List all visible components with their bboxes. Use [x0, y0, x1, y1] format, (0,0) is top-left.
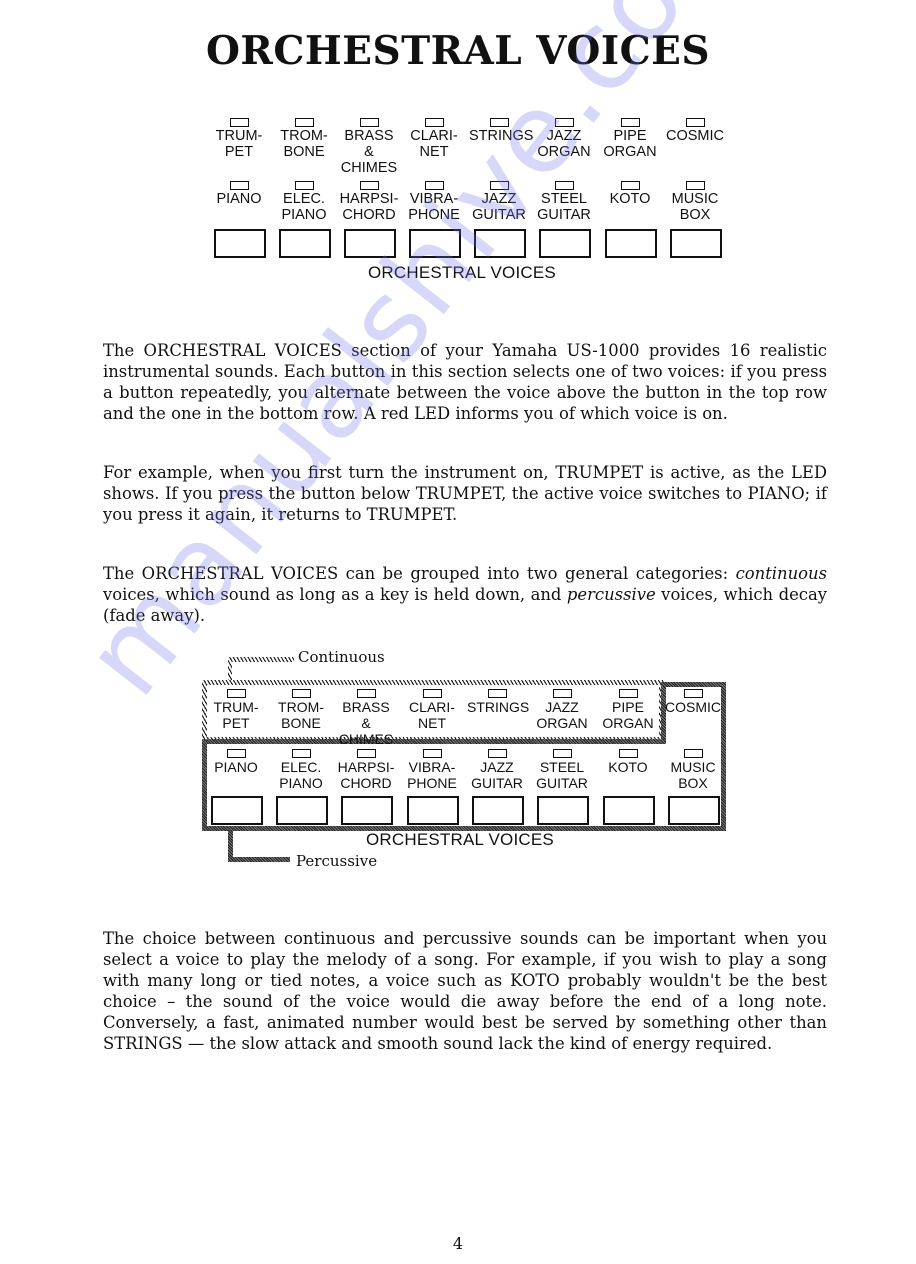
voice-label: CLARI- NET — [402, 689, 462, 731]
manual-page: ORCHESTRAL VOICES TRUM- PET TROM- BONE BRASS… — [0, 0, 916, 1264]
voice-name-line1: BRASS & — [342, 699, 390, 731]
voice-label: COSMIC — [663, 689, 723, 731]
led-indicator-icon — [618, 689, 638, 698]
grouped-voices-diagram: Continuous Percussive TRUM- PET TROM- BONE B… — [0, 0, 916, 1264]
continuous-label: Continuous — [298, 648, 385, 666]
led-indicator-icon — [422, 749, 442, 758]
voice-label: STRINGS — [467, 689, 530, 731]
voice-name-line2: PHONE — [407, 775, 457, 791]
voice-name-line2: ORGAN — [602, 715, 654, 731]
voice-name-line2 — [206, 775, 266, 791]
voice-name-line2: CHORD — [340, 775, 392, 791]
led-indicator-icon — [356, 749, 376, 758]
led-indicator-icon — [618, 749, 638, 758]
percussive-leader — [228, 857, 290, 862]
voice-label: TRUM- PET — [206, 689, 266, 731]
led-indicator-icon — [422, 689, 442, 698]
voice-select-button[interactable] — [537, 796, 589, 825]
page-number: 4 — [452, 1234, 464, 1253]
voice-name-line1: VIBRA- — [408, 759, 456, 775]
voice-name-line2: ORGAN — [536, 715, 588, 731]
voice-label: VIBRA- PHONE — [402, 749, 462, 791]
voice-name-line1: STRINGS — [467, 699, 530, 715]
voice-label: STEEL GUITAR — [532, 749, 592, 791]
voice-name-line2: CHIMES — [338, 731, 394, 747]
percussive-label: Percussive — [296, 852, 378, 870]
led-indicator-icon — [552, 689, 572, 698]
voice-name-line2 — [467, 715, 527, 731]
voice-name-line1: STEEL — [539, 759, 585, 775]
led-indicator-icon — [291, 689, 311, 698]
led-indicator-icon — [683, 689, 703, 698]
led-indicator-icon — [356, 689, 376, 698]
voice-name-line2 — [663, 715, 723, 731]
voice-name-line2: GUITAR — [471, 775, 523, 791]
voice-name-line1: ELEC. — [280, 759, 322, 775]
voice-label: KOTO — [598, 749, 658, 791]
voice-select-button[interactable] — [603, 796, 655, 825]
voice-select-button[interactable] — [668, 796, 720, 825]
led-indicator-icon — [291, 749, 311, 758]
voice-name-line2: PIANO — [279, 775, 323, 791]
voice-name-line1: HARPSI- — [337, 759, 395, 775]
led-indicator-icon — [226, 749, 246, 758]
voice-name-line2: NET — [418, 715, 446, 731]
led-indicator-icon — [552, 749, 572, 758]
voice-name-line2: BONE — [281, 715, 321, 731]
voice-label: JAZZ ORGAN — [532, 689, 592, 731]
voice-label: MUSIC BOX — [663, 749, 723, 791]
voice-select-button[interactable] — [407, 796, 459, 825]
voice-label: TROM- BONE — [271, 689, 331, 731]
continuous-leader — [228, 657, 232, 681]
voice-label: PIANO — [206, 749, 266, 791]
voice-name-line1: TROM- — [278, 699, 324, 715]
percussive-border — [661, 682, 726, 687]
voice-name-line2: BOX — [678, 775, 708, 791]
led-indicator-icon — [487, 689, 507, 698]
voice-name-line1: CLARI- — [409, 699, 455, 715]
choice-paragraph: The choice between continuous and percus… — [103, 929, 827, 1053]
voice-name-line2: GUITAR — [536, 775, 588, 791]
voice-label: BRASS & CHIMES — [336, 689, 396, 747]
voice-name-line1: TRUM- — [213, 699, 259, 715]
voice-select-button[interactable] — [472, 796, 524, 825]
voice-name-line1: PIANO — [214, 759, 258, 775]
voice-label: ELEC. PIANO — [271, 749, 331, 791]
voice-select-button[interactable] — [341, 796, 393, 825]
voice-name-line1: MUSIC — [670, 759, 716, 775]
voice-name-line1: JAZZ — [480, 759, 514, 775]
voice-name-line2: PET — [222, 715, 250, 731]
voice-name-line1: COSMIC — [665, 699, 721, 715]
led-indicator-icon — [683, 749, 703, 758]
voice-select-button[interactable] — [211, 796, 263, 825]
voice-label: JAZZ GUITAR — [467, 749, 527, 791]
continuous-leader — [228, 657, 294, 662]
voice-select-button[interactable] — [276, 796, 328, 825]
voice-label: HARPSI- CHORD — [336, 749, 396, 791]
voice-label: PIPE ORGAN — [598, 689, 658, 731]
voice-name-line1: PIPE — [612, 699, 644, 715]
voice-name-line1: KOTO — [608, 759, 648, 775]
voice-name-line1: JAZZ — [545, 699, 579, 715]
percussive-border — [202, 739, 666, 744]
led-indicator-icon — [487, 749, 507, 758]
voice-name-line2 — [598, 775, 658, 791]
panel-caption: ORCHESTRAL VOICES — [366, 830, 554, 849]
led-indicator-icon — [226, 689, 246, 698]
